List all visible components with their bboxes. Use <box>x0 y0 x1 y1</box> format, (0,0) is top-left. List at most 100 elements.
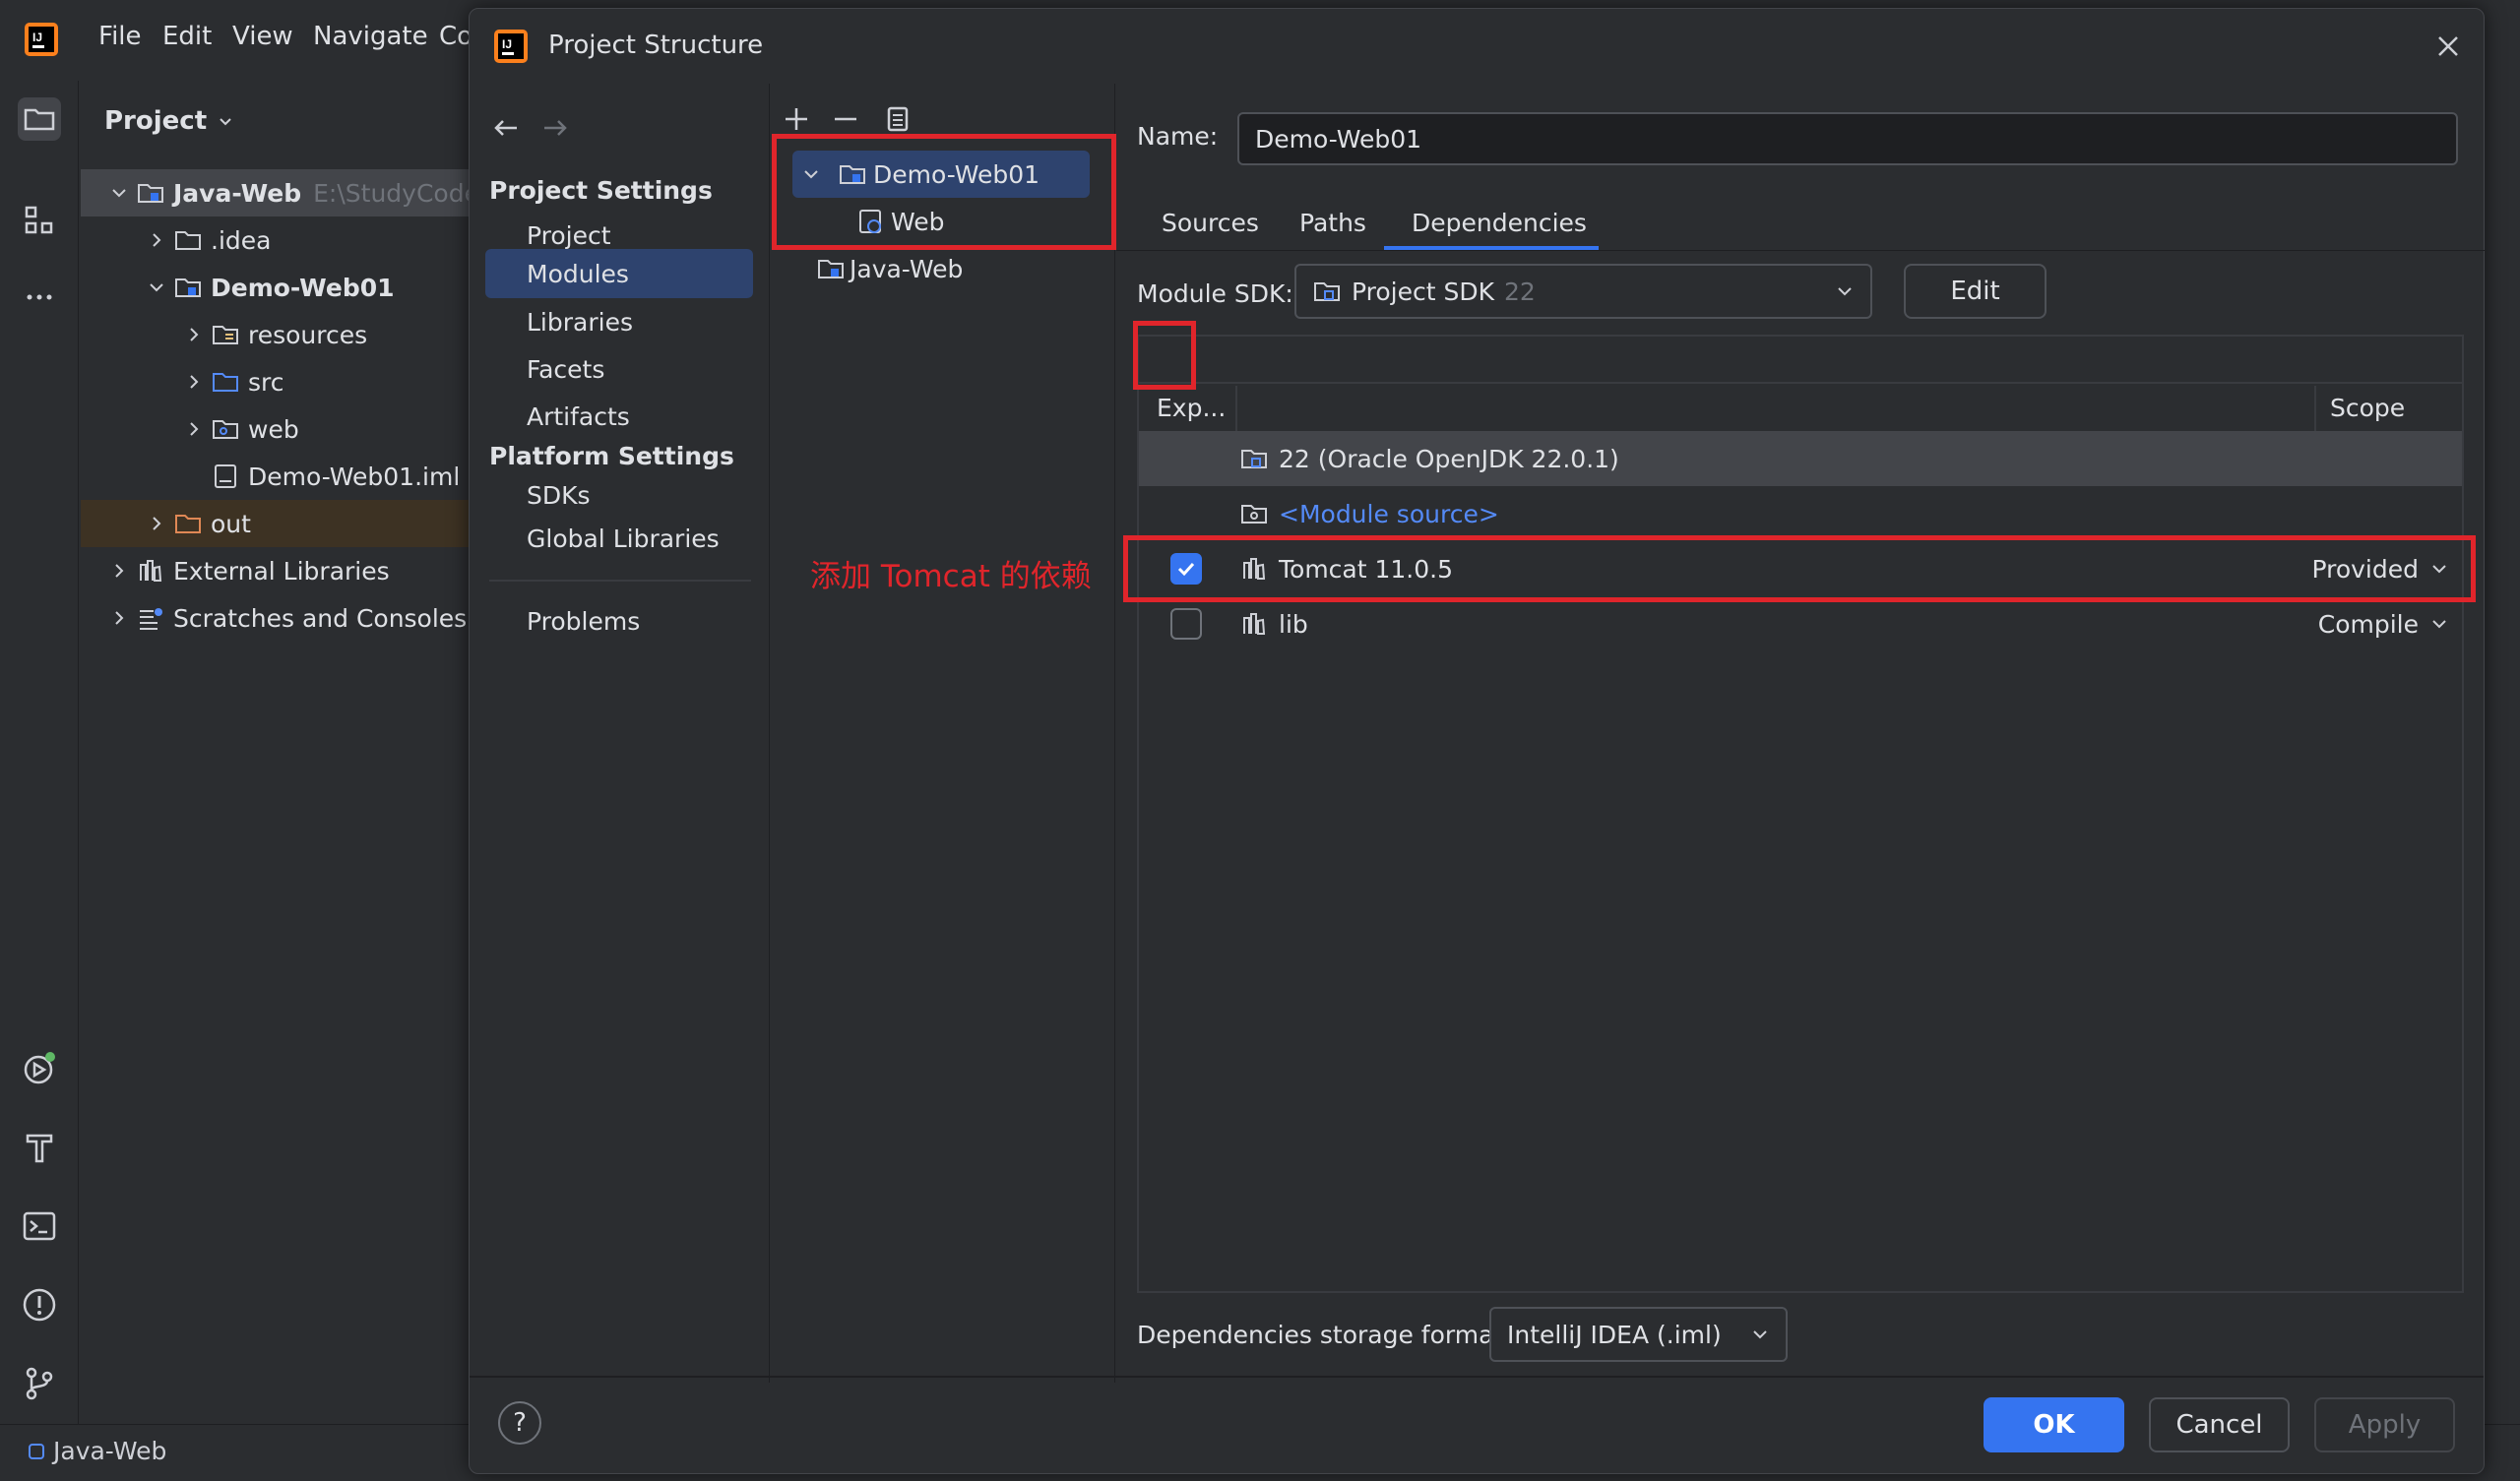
chevron-right-icon <box>115 611 124 625</box>
scope-select-lib[interactable]: Compile <box>2318 610 2448 639</box>
cancel-button[interactable]: Cancel <box>2149 1397 2290 1452</box>
tree-item-out[interactable]: out <box>81 500 472 547</box>
git-icon[interactable] <box>18 1362 61 1405</box>
tree-item-java-web[interactable]: Java-Web E:\StudyCode\ <box>81 169 487 216</box>
terminal-icon[interactable] <box>18 1204 61 1248</box>
menu-file[interactable]: File <box>98 22 142 51</box>
chevron-right-icon <box>115 564 124 578</box>
highlight-tomcat-row-box <box>1123 535 2476 602</box>
scope-column-header[interactable]: Scope <box>2330 394 2405 422</box>
tree-item-external-libraries[interactable]: External Libraries <box>81 547 472 594</box>
nav-global-libraries[interactable]: Global Libraries <box>485 515 753 562</box>
ok-button[interactable]: OK <box>1984 1397 2124 1452</box>
module-name-input[interactable]: Demo-Web01 <box>1237 112 2458 165</box>
excluded-folder-icon <box>175 515 201 533</box>
annotation-text: 添加 Tomcat 的依赖 <box>810 559 1092 594</box>
module-sdk-select[interactable]: Project SDK 22 <box>1294 264 1872 319</box>
folder-icon <box>175 231 201 250</box>
back-arrow-icon[interactable] <box>491 113 521 143</box>
source-folder-icon <box>213 373 238 392</box>
remove-icon[interactable] <box>830 103 861 135</box>
tree-item-src[interactable]: src <box>81 358 472 405</box>
dependency-row-lib[interactable]: lib Compile <box>1139 596 2462 651</box>
module-sdk-label: Module SDK: <box>1137 279 1293 308</box>
modules-tree-panel: Demo-Web01 Web Java-Web <box>771 84 1115 1383</box>
tree-item-scratches[interactable]: Scratches and Consoles <box>81 594 472 642</box>
chevron-right-icon <box>190 422 199 436</box>
menu-view[interactable]: View <box>232 22 293 51</box>
highlight-module-box <box>772 134 1116 250</box>
resources-folder-icon <box>213 326 238 344</box>
module-folder-icon <box>175 278 201 297</box>
tab-sources[interactable]: Sources <box>1162 209 1259 237</box>
project-folder-icon[interactable] <box>18 97 61 141</box>
chevron-down-icon <box>1753 1330 1767 1339</box>
intellij-logo-icon: IJ <box>24 22 59 57</box>
edit-sdk-button[interactable]: Edit <box>1904 264 2047 319</box>
library-icon <box>1243 613 1266 635</box>
storage-format-label: Dependencies storage format: <box>1137 1321 1512 1349</box>
dependency-row-module-source[interactable]: <Module source> <box>1139 486 2462 541</box>
nav-problems[interactable]: Problems <box>485 597 753 645</box>
tree-item-resources[interactable]: resources <box>81 311 472 358</box>
module-icon <box>29 1443 44 1459</box>
chevron-right-icon <box>190 328 199 341</box>
build-icon[interactable] <box>18 1126 61 1169</box>
apply-button[interactable]: Apply <box>2314 1397 2455 1452</box>
tree-item-demo-web01[interactable]: Demo-Web01 <box>81 264 472 311</box>
dependency-row-jdk[interactable]: 22 (Oracle OpenJDK 22.0.1) <box>1139 431 2462 486</box>
tree-item-idea[interactable]: .idea <box>81 216 472 264</box>
nav-libraries[interactable]: Libraries <box>485 298 753 345</box>
more-tools-icon[interactable] <box>18 276 61 319</box>
sdk-folder-icon <box>1314 282 1340 301</box>
tree-item-iml-file[interactable]: Demo-Web01.iml <box>81 453 472 500</box>
tab-dependencies[interactable]: Dependencies <box>1412 209 1587 237</box>
tab-divider <box>1116 250 2485 251</box>
web-folder-icon <box>213 420 238 439</box>
highlight-add-button-box <box>1133 321 1196 390</box>
module-java-web[interactable]: Java-Web <box>816 245 1092 292</box>
menu-navigate[interactable]: Navigate <box>313 22 428 51</box>
copy-icon[interactable] <box>881 103 913 135</box>
chevron-right-icon <box>153 233 161 247</box>
sdk-folder-icon <box>1241 450 1267 468</box>
chevron-down-icon <box>150 283 163 292</box>
project-panel-title[interactable]: Project <box>104 106 234 136</box>
nav-facets[interactable]: Facets <box>485 345 753 393</box>
chevron-right-icon <box>153 517 161 530</box>
chevron-down-icon <box>2432 620 2446 629</box>
name-label: Name: <box>1137 122 1219 151</box>
dialog-title: Project Structure <box>548 31 764 60</box>
export-checkbox[interactable] <box>1170 608 1202 640</box>
tree-item-web[interactable]: web <box>81 405 472 453</box>
nav-sdks[interactable]: SDKs <box>485 471 753 519</box>
problems-icon[interactable] <box>18 1283 61 1327</box>
help-button[interactable]: ? <box>498 1401 541 1445</box>
nav-modules[interactable]: Modules <box>485 249 753 298</box>
chevron-right-icon <box>190 375 199 389</box>
svg-text:IJ: IJ <box>32 31 42 44</box>
project-settings-header: Project Settings <box>489 176 713 205</box>
chevron-down-icon <box>1838 287 1852 296</box>
nav-divider <box>489 580 751 582</box>
platform-settings-header: Platform Settings <box>489 442 734 470</box>
menu-code[interactable]: Co <box>439 22 472 51</box>
intellij-logo-icon: IJ <box>493 29 529 64</box>
close-icon[interactable] <box>2432 31 2464 62</box>
iml-file-icon <box>215 464 236 488</box>
add-icon[interactable] <box>781 103 812 135</box>
status-project-name[interactable]: Java-Web <box>28 1437 166 1465</box>
dependencies-table: Exp... Scope 22 (Oracle OpenJDK 22.0.1) … <box>1137 335 2464 1293</box>
storage-format-select[interactable]: IntelliJ IDEA (.iml) <box>1489 1307 1788 1362</box>
module-folder-icon <box>138 184 163 203</box>
scratches-icon <box>140 608 162 630</box>
module-folder-icon <box>818 260 844 278</box>
tab-paths[interactable]: Paths <box>1299 209 1366 237</box>
nav-artifacts[interactable]: Artifacts <box>485 393 753 440</box>
run-services-icon[interactable] <box>18 1047 61 1090</box>
menu-edit[interactable]: Edit <box>162 22 212 51</box>
structure-icon[interactable] <box>18 199 61 242</box>
library-icon <box>140 560 162 582</box>
forward-arrow-icon[interactable] <box>540 113 570 143</box>
export-column-header[interactable]: Exp... <box>1157 394 1226 422</box>
